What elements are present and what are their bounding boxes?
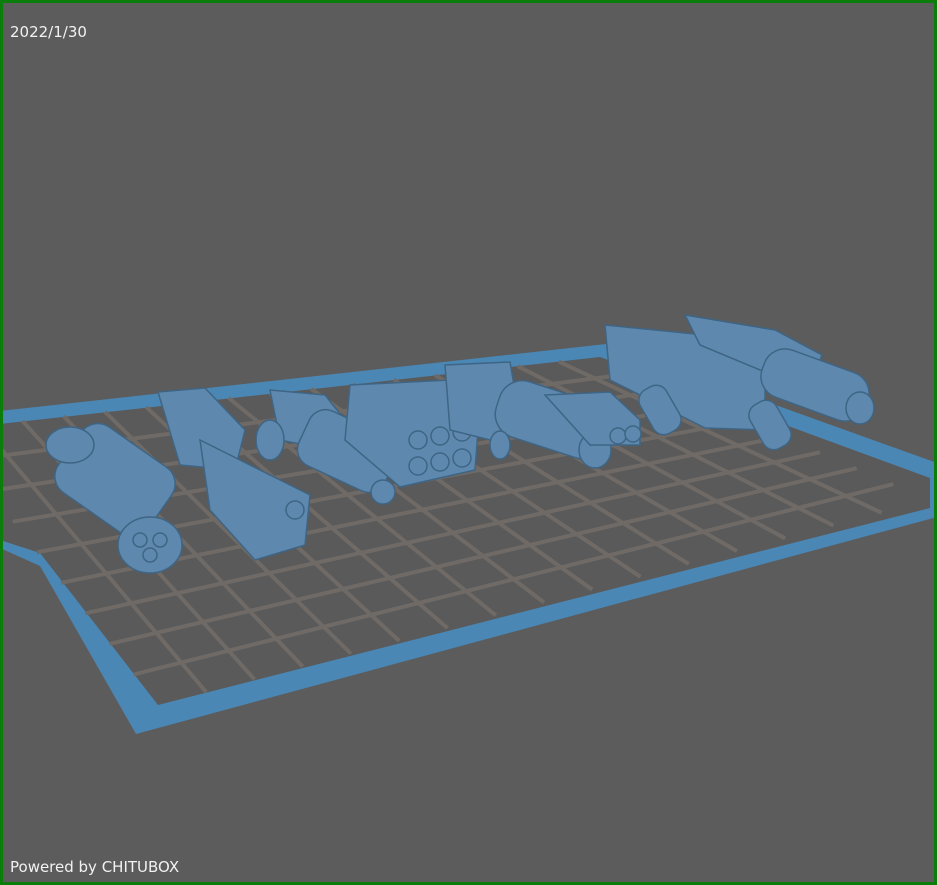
3d-viewport[interactable]: 2022/1/30 Powered by CHITUBOX bbox=[0, 0, 937, 885]
powered-by-label: Powered by CHITUBOX bbox=[10, 858, 180, 876]
build-plate-scene bbox=[3, 314, 934, 734]
date-label: 2022/1/30 bbox=[10, 23, 87, 41]
